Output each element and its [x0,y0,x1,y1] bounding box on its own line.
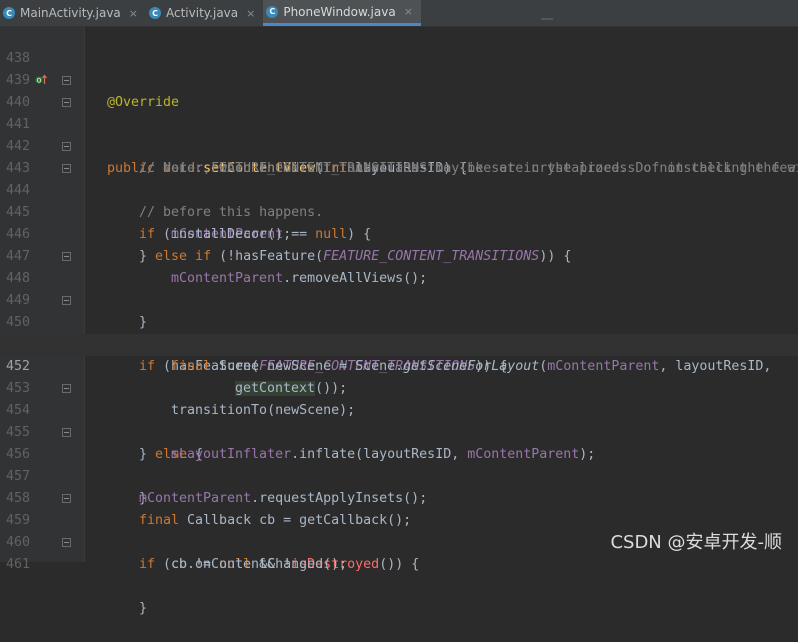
code-line[interactable]: 444 if (mContentParent == null) { [0,158,798,242]
fold-icon[interactable] [62,384,71,393]
code-line[interactable]: 443 // before this happens. [0,136,798,220]
java-class-icon: C [149,7,161,19]
fold-icon[interactable] [62,142,71,151]
code-line[interactable]: 455 mLayoutInflater.inflate(layoutResID,… [0,400,798,462]
svg-text:O: O [37,77,42,84]
fold-icon[interactable] [62,98,71,107]
editor-tab-bar: C MainActivity.java × C Activity.java × … [0,0,798,27]
code-editor[interactable]: 438 439 @Override 440 O public void setC… [0,26,798,616]
code-line[interactable]: 457 mContentParent.requestApplyInsets(); [0,444,798,506]
code-line[interactable]: 447 mContentParent.removeAllViews(); [0,224,798,286]
code-line[interactable]: 453 transitionTo(newScene); [0,356,798,418]
code-line[interactable]: 451 final Scene newScene = Scene.getScen… [0,312,798,374]
fold-icon[interactable] [62,76,71,85]
close-icon[interactable]: × [246,7,255,20]
tab-label: Activity.java [166,6,239,20]
keyword: if [139,557,156,572]
code-line[interactable]: 458 final Callback cb = getCallback(); [0,466,798,528]
tab-mainactivity[interactable]: C MainActivity.java × [0,0,146,26]
code-line[interactable]: 446 } else if (!hasFeature(FEATURE_CONTE… [0,202,798,264]
override-up-arrow-icon[interactable]: O [35,74,47,86]
close-icon[interactable]: × [404,5,413,18]
code-line[interactable]: 456 } [0,422,798,506]
code-line[interactable]: 448 } [0,246,798,330]
java-class-icon: C [266,5,279,18]
fold-icon[interactable] [62,296,71,305]
tab-activity[interactable]: C Activity.java × [146,0,263,26]
code-line[interactable]: 440 O public void setContentView(int lay… [0,70,798,176]
fold-icon[interactable] [62,428,71,437]
code-line[interactable]: 454 } else { [0,378,798,462]
fold-icon[interactable] [62,252,71,261]
code-line[interactable]: 442 // decor, when theme attributes and … [0,114,798,176]
code-text: cb.onContentChanged(); [171,557,348,572]
watermark: CSDN @安卓开发-顺 [610,532,782,553]
fold-icon[interactable] [62,164,71,173]
close-icon[interactable]: × [129,7,138,20]
scroll-marker [541,18,553,20]
code-text: } [139,601,148,616]
java-class-icon: C [3,7,15,19]
code-line[interactable]: 445 installDecor(); [0,180,798,242]
code-line[interactable]: 459 if (cb != null && !isDestroyed()) { [0,488,798,572]
fold-icon[interactable] [62,494,71,503]
code-line[interactable]: 438 [0,26,798,66]
fold-icon[interactable] [62,538,71,547]
tab-phonewindow[interactable]: C PhoneWindow.java × [263,0,421,26]
code-lines[interactable]: 438 439 @Override 440 O public void setC… [0,26,798,616]
code-line[interactable]: 439 @Override [0,48,798,110]
code-text: ()) { [379,557,420,572]
tab-label: PhoneWindow.java [283,4,396,19]
code-line[interactable]: 441 // Note: FEATURE_CONTENT_TRANSITIONS… [0,92,798,176]
code-line[interactable]: 450 if (hasFeature(FEATURE_CONTENT_TRANS… [0,290,798,374]
code-line-current[interactable]: 452 getContext()); [0,334,798,396]
tab-label: MainActivity.java [20,6,121,20]
code-line[interactable]: 449 [0,268,798,308]
line-number: 461 [5,557,30,572]
